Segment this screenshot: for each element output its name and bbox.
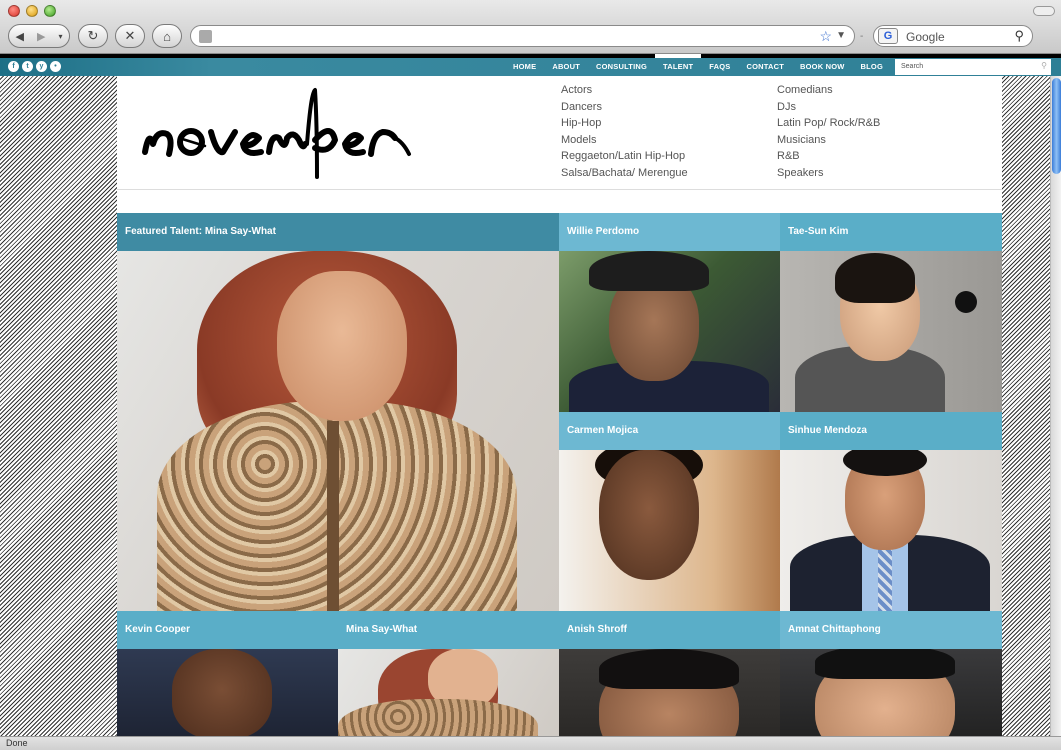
bookmark-star-icon[interactable]: ☆	[819, 28, 832, 45]
stop-button[interactable]: ✕	[115, 24, 145, 48]
talent-photo-willie[interactable]	[559, 251, 780, 412]
vertical-scrollbar[interactable]	[1050, 76, 1061, 736]
address-bar[interactable]: ☆ ▼	[190, 25, 855, 47]
search-engine-icon[interactable]: G	[878, 28, 898, 44]
talent-photo-tae[interactable]	[780, 251, 1002, 412]
home-button[interactable]: ⌂	[152, 24, 182, 48]
talent-caption-carmen[interactable]: Carmen Mojica	[559, 412, 780, 450]
back-forward-group: ◀ ▶ ▾	[8, 24, 70, 48]
twitter-icon[interactable]: t	[22, 61, 33, 72]
favicon-icon	[199, 30, 212, 43]
flickr-icon[interactable]: •	[50, 61, 61, 72]
facebook-icon[interactable]: f	[8, 61, 19, 72]
category-comedians[interactable]: Comedians	[777, 83, 880, 98]
stop-icon: ✕	[124, 28, 136, 43]
browser-search-bar[interactable]: G Google ⚲	[873, 25, 1033, 47]
main-nav: HOME ABOUT CONSULTING TALENT FAQS CONTAC…	[505, 54, 891, 76]
talent-photo-mina[interactable]	[338, 649, 559, 736]
featured-caption[interactable]: Featured Talent: Mina Say-What	[117, 213, 559, 251]
site-search-icon[interactable]: ⚲	[1041, 61, 1047, 70]
reload-icon: ↻	[87, 28, 99, 43]
talent-caption-tae[interactable]: Tae-Sun Kim	[780, 213, 1002, 251]
status-text: Done	[6, 738, 28, 748]
minimize-window-button[interactable]	[26, 5, 38, 17]
back-icon[interactable]: ◀	[16, 30, 24, 43]
window-controls	[8, 5, 56, 17]
browser-search-input[interactable]: Google	[906, 30, 945, 44]
history-dropdown-icon[interactable]: ▾	[58, 32, 62, 41]
nav-talent[interactable]: TALENT	[655, 54, 702, 76]
category-models[interactable]: Models	[561, 133, 688, 148]
social-icons: f t y •	[8, 61, 61, 72]
talent-photo-kevin[interactable]	[117, 649, 338, 736]
talent-caption-willie[interactable]: Willie Perdomo	[559, 213, 780, 251]
reload-button[interactable]: ↻	[78, 24, 108, 48]
category-salsa[interactable]: Salsa/Bachata/ Merengue	[561, 166, 688, 181]
main-content: november Actors Dancers Hip-Hop Models R…	[117, 76, 1002, 736]
category-speakers[interactable]: Speakers	[777, 166, 880, 181]
youtube-icon[interactable]: y	[36, 61, 47, 72]
category-list-right: Comedians DJs Latin Pop/ Rock/R&B Musici…	[777, 83, 880, 180]
close-window-button[interactable]	[8, 5, 20, 17]
forward-icon[interactable]: ▶	[37, 30, 45, 43]
nav-book-now[interactable]: BOOK NOW	[792, 58, 853, 76]
scrollbar-thumb[interactable]	[1052, 78, 1061, 174]
home-icon: ⌂	[163, 28, 171, 44]
category-djs[interactable]: DJs	[777, 100, 880, 115]
category-dancers[interactable]: Dancers	[561, 100, 688, 115]
zoom-window-button[interactable]	[44, 5, 56, 17]
talent-caption-mina[interactable]: Mina Say-What	[338, 611, 559, 649]
talent-caption-sinhue[interactable]: Sinhue Mendoza	[780, 412, 1002, 450]
site-navbar: f t y • HOME ABOUT CONSULTING TALENT FAQ…	[0, 54, 1061, 76]
talent-caption-anish[interactable]: Anish Shroff	[559, 611, 780, 649]
nav-blog[interactable]: BLOG	[853, 58, 891, 76]
talent-caption-kevin[interactable]: Kevin Cooper	[117, 611, 338, 649]
nav-faqs[interactable]: FAQS	[701, 58, 738, 76]
nav-home[interactable]: HOME	[505, 58, 544, 76]
featured-talent-photo[interactable]	[117, 251, 559, 611]
category-reggaeton[interactable]: Reggaeton/Latin Hip-Hop	[561, 149, 688, 164]
site-search-input[interactable]: Search	[895, 59, 1051, 75]
category-list-left: Actors Dancers Hip-Hop Models Reggaeton/…	[561, 83, 688, 180]
url-dropdown-icon[interactable]: ▼	[836, 30, 846, 41]
status-bar: Done	[0, 736, 1061, 750]
search-icon[interactable]: ⚲	[1014, 28, 1024, 44]
category-rnb[interactable]: R&B	[777, 149, 880, 164]
header-divider	[117, 189, 1002, 190]
nav-about[interactable]: ABOUT	[544, 58, 588, 76]
toolbar-toggle-button[interactable]	[1033, 6, 1055, 16]
talent-caption-amnat[interactable]: Amnat Chittaphong	[780, 611, 1002, 649]
category-hip-hop[interactable]: Hip-Hop	[561, 116, 688, 131]
category-latin-pop[interactable]: Latin Pop/ Rock/R&B	[777, 116, 880, 131]
category-actors[interactable]: Actors	[561, 83, 688, 98]
nav-consulting[interactable]: CONSULTING	[588, 58, 655, 76]
browser-chrome: ◀ ▶ ▾ ↻ ✕ ⌂ ☆ ▼ - G Google ⚲	[0, 0, 1061, 54]
talent-photo-carmen[interactable]	[559, 450, 780, 611]
talent-photo-anish[interactable]	[559, 649, 780, 736]
category-musicians[interactable]: Musicians	[777, 133, 880, 148]
talent-photo-sinhue[interactable]	[780, 450, 1002, 611]
talent-photo-amnat[interactable]	[780, 649, 1002, 736]
nav-contact[interactable]: CONTACT	[739, 58, 793, 76]
november-logo[interactable]: november	[139, 82, 419, 182]
toolbar-separator: -	[860, 31, 864, 42]
